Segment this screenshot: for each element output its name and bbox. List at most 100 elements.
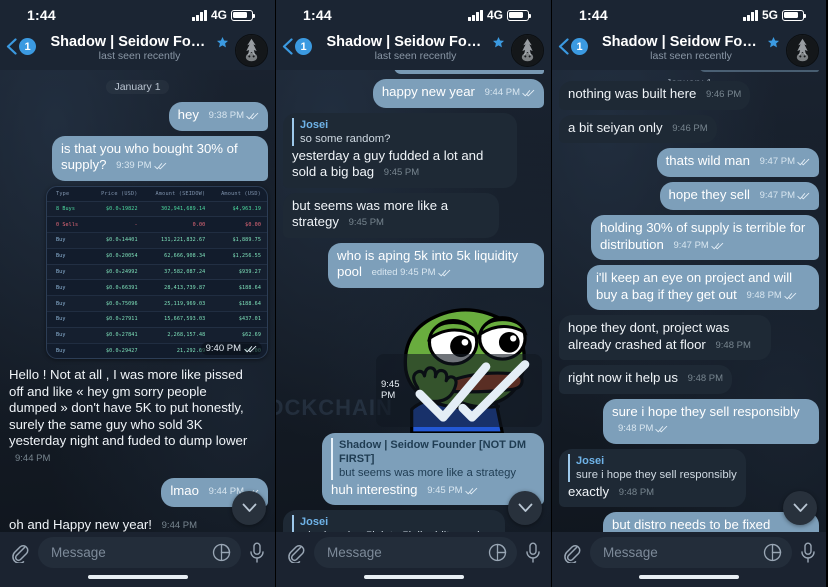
message-input-field[interactable]: Message [38,537,241,568]
message-row-sticker[interactable]: BLOCKCHAIN [276,293,544,433]
message-list[interactable]: happy new year 9:44 PM Josei so some ran… [276,70,551,532]
message-row[interactable]: nothing was built here 9:46 PM [559,81,819,110]
chat-title-block[interactable]: Shadow | Seidow Founder... last seen rec… [326,34,505,62]
message-list[interactable]: January 1 hey 9:38 PM is that you who bo… [0,70,275,532]
message-bubble-incoming[interactable]: hope they dont, project was already cras… [559,315,771,360]
message-bubble-incoming[interactable]: Josei sure i hope they sell responsibly … [559,448,746,507]
message-row[interactable]: but distro needs to be fixed 9:48 PM [559,512,819,532]
message-bubble-outgoing[interactable]: is that you who bought 30% of supply? 9:… [52,135,268,181]
microphone-icon[interactable] [249,542,265,564]
message-row[interactable]: a bit seiyan only 9:46 PM [559,114,819,143]
col-amount-token: Amount (SEIDOW) [155,190,206,197]
message-bubble-incoming[interactable]: Hello ! Not at all , I was more like pis… [7,362,265,473]
message-row-partial[interactable] [283,70,544,74]
message-row[interactable]: holding 30% of supply is terrible for di… [559,215,819,260]
scroll-to-bottom-button[interactable] [232,491,266,525]
back-button[interactable]: 1 [282,38,312,55]
message-bubble-clipped[interactable] [394,70,544,74]
message-row[interactable]: right now it help us 9:48 PM [559,365,819,394]
message-row[interactable]: Josei who is aping 5k into 5k liquidity … [283,510,544,532]
reply-quote[interactable]: Josei sure i hope they sell responsibly [568,453,737,482]
message-bubble-clipped[interactable] [699,70,819,72]
cell-price: $0.0₅24992 [105,269,138,276]
message-row[interactable]: sure i hope they sell responsibly 9:48 P… [559,398,819,444]
avatar[interactable] [786,34,819,67]
message-row[interactable]: thats wild man 9:47 PM [559,148,819,177]
message-bubble-outgoing[interactable]: who is aping 5k into 5k liquidity pool e… [328,242,544,288]
message-row[interactable]: happy new year 9:44 PM [283,79,544,108]
message-row[interactable]: oh and Happy new year! 9:44 PM [7,512,268,532]
message-input-field[interactable]: Message [314,537,517,568]
scroll-to-bottom-button[interactable] [783,491,817,525]
cell-amount-usd: $188.64 [238,284,261,291]
message-row[interactable]: hey 9:38 PM [7,102,268,131]
message-row[interactable]: Hello ! Not at all , I was more like pis… [7,362,268,473]
table-row: Buy $0.0₅24992 37,582,087.24 $939.27 [47,264,267,280]
message-time: 9:47 PM [759,189,795,201]
avatar[interactable] [511,34,544,67]
message-time: 9:47 PM [759,156,795,167]
message-time: 9:48 PM [687,373,724,384]
microphone-icon[interactable] [800,542,816,564]
message-row[interactable]: Shadow | Seidow Founder [NOT DM FIRST] b… [283,432,544,505]
message-bubble-outgoing[interactable]: i'll keep an eye on project and will buy… [587,265,819,310]
message-row[interactable]: Josei so some random? yesterday a guy fu… [283,112,544,188]
message-bubble-incoming[interactable]: oh and Happy new year! 9:44 PM [7,512,206,532]
message-time: 9:44 PM [15,452,51,464]
message-meta: 9:47 PM [673,238,724,255]
message-row[interactable]: lmao 9:44 PM [7,478,268,507]
message-bubble-incoming[interactable]: Josei who is aping 5k into 5k liquidity … [283,510,505,532]
message-bubble-outgoing[interactable]: thats wild man 9:47 PM [656,148,819,177]
trade-table-attachment[interactable]: Type Price (USD) Amount (SEIDOW) Amount … [46,185,268,360]
sticker-icon[interactable] [763,543,782,562]
message-bubble-incoming[interactable]: right now it help us 9:48 PM [559,365,733,394]
scroll-to-bottom-button[interactable] [508,491,542,525]
paperclip-icon[interactable] [562,542,582,563]
signal-bars-icon [468,9,483,21]
paperclip-icon[interactable] [10,542,30,563]
reply-quote[interactable]: Josei so some random? [292,117,508,146]
cell-amount-usd: $1,256.55 [232,253,261,260]
message-time: 9:48 PM [618,486,655,498]
message-bubble-outgoing[interactable]: hope they sell 9:47 PM [659,181,819,210]
message-row[interactable]: is that you who bought 30% of supply? 9:… [7,135,268,181]
message-row[interactable]: who is aping 5k into 5k liquidity pool e… [283,242,544,288]
message-meta: 9:44 PM [485,85,535,102]
sticker-icon[interactable] [212,543,231,562]
message-bubble-outgoing[interactable]: hey 9:38 PM [168,102,268,131]
paperclip-icon[interactable] [286,542,306,563]
message-row-partial[interactable] [559,70,819,72]
back-button[interactable]: 1 [6,38,36,55]
message-bubble-outgoing[interactable]: Shadow | Seidow Founder [NOT DM FIRST] b… [322,432,544,505]
reply-quote[interactable]: Josei who is aping 5k into 5k liquidity … [292,515,496,532]
message-list[interactable]: January 1 nothing was built here 9:46 PM… [552,70,826,532]
message-bubble-outgoing[interactable]: happy new year 9:44 PM [372,79,544,108]
message-row[interactable]: hope they dont, project was already cras… [559,315,819,360]
pepe-thinking-sticker[interactable]: 9:45 PM [376,293,544,433]
message-row[interactable]: i'll keep an eye on project and will buy… [559,265,819,310]
chat-title-block[interactable]: Shadow | Seidow Founder... last seen rec… [602,34,780,62]
back-button[interactable]: 1 [558,38,588,55]
message-bubble-incoming[interactable]: but seems was more like a strategy 9:45 … [283,192,499,238]
message-bubble-incoming[interactable]: nothing was built here 9:46 PM [559,81,751,110]
message-input-field[interactable]: Message [590,537,792,568]
message-bubble-incoming[interactable]: a bit seiyan only 9:46 PM [559,114,717,143]
col-price: Price (USD) [101,190,138,197]
signal-bars-icon [192,9,207,21]
cell-amount-token: 37,582,087.24 [164,269,206,276]
microphone-icon[interactable] [525,542,541,564]
message-bubble-outgoing[interactable]: holding 30% of supply is terrible for di… [591,215,819,260]
message-text: right now it help us [568,370,678,385]
reply-quote[interactable]: Shadow | Seidow Founder [NOT DM FIRST] b… [331,437,535,480]
sticker-icon[interactable] [488,543,507,562]
message-row[interactable]: hope they sell 9:47 PM [559,181,819,210]
message-row[interactable]: Josei sure i hope they sell responsibly … [559,448,819,507]
message-bubble-incoming[interactable]: Josei so some random? yesterday a guy fu… [283,112,517,188]
attachment-timestamp: 9:40 PM [200,342,262,356]
message-bubble-outgoing[interactable]: sure i hope they sell responsibly 9:48 P… [603,398,819,444]
table-row: Buy $0.0₅27841 2,268,157.48 $62.69 [47,327,267,343]
chat-title-block[interactable]: Shadow | Seidow Founder... last seen rec… [50,34,229,62]
message-row[interactable]: but seems was more like a strategy 9:45 … [283,192,544,238]
message-time: 9:45 PM [383,167,420,178]
avatar[interactable] [235,34,268,67]
